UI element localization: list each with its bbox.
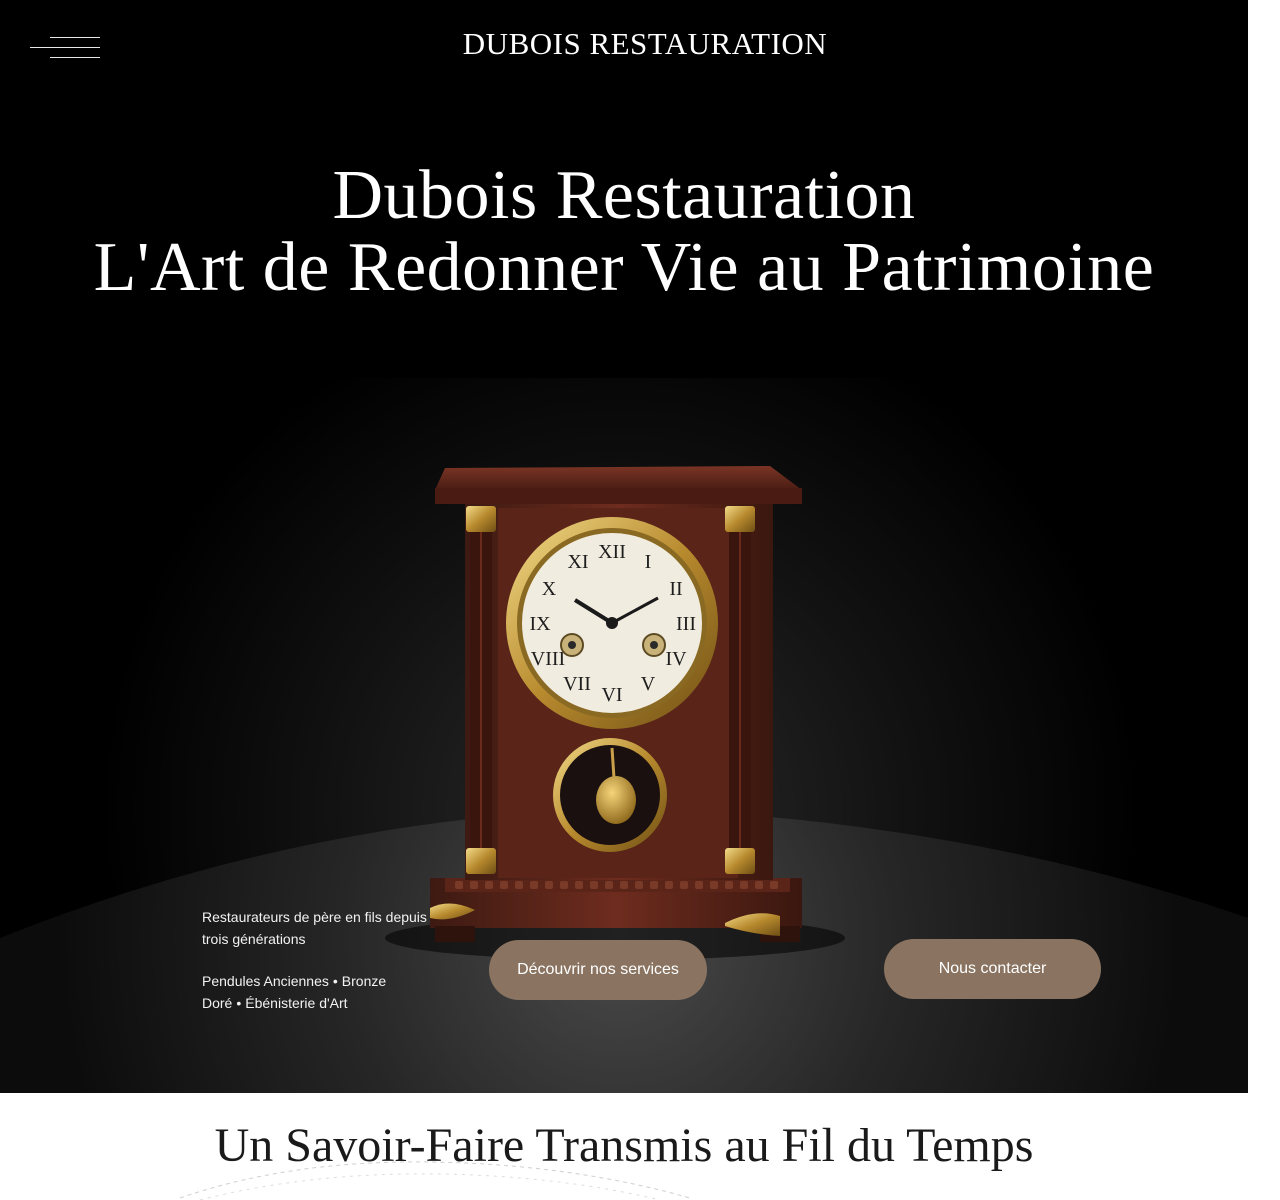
svg-text:VII: VII xyxy=(563,673,591,695)
svg-text:VI: VI xyxy=(601,684,622,706)
site-brand[interactable]: DUBOIS RESTAURATION xyxy=(0,26,1248,62)
section-title: Un Savoir-Faire Transmis au Fil du Temps xyxy=(214,1119,1034,1172)
contact-button[interactable]: Nous contacter xyxy=(884,939,1101,999)
svg-text:XI: XI xyxy=(567,551,588,573)
svg-text:V: V xyxy=(641,673,656,695)
svg-text:IV: IV xyxy=(665,648,687,670)
svg-text:II: II xyxy=(669,578,682,600)
separator-dot: • xyxy=(332,973,338,989)
hero-tagline: Restaurateurs de père en fils depuis tro… xyxy=(202,909,427,947)
svg-text:III: III xyxy=(676,613,696,635)
specialty-cabinetry: Ébénisterie d'Art xyxy=(245,995,348,1011)
hero-title-line2: L'Art de Redonner Vie au Patrimoine xyxy=(93,229,1155,306)
hero-headline: Dubois Restauration L'Art de Redonner Vi… xyxy=(0,160,1248,304)
svg-text:IX: IX xyxy=(529,613,551,635)
specialty-clocks: Pendules Anciennes xyxy=(202,973,329,989)
svg-text:VIII: VIII xyxy=(531,648,565,670)
svg-text:X: X xyxy=(542,578,557,600)
hero-specialties: Pendules Anciennes • Bronze Doré • Ébénister… xyxy=(202,970,442,1014)
hero-intro: Restaurateurs de père en fils depuis tro… xyxy=(202,906,442,1014)
svg-text:XII: XII xyxy=(598,541,626,563)
separator-dot: • xyxy=(236,995,242,1011)
svg-text:I: I xyxy=(645,551,652,573)
hero-title-line1: Dubois Restauration xyxy=(332,157,916,234)
discover-services-button[interactable]: Découvrir nos services xyxy=(489,940,707,1000)
hero-section: DUBOIS RESTAURATION Dubois Restauration … xyxy=(0,0,1248,1093)
